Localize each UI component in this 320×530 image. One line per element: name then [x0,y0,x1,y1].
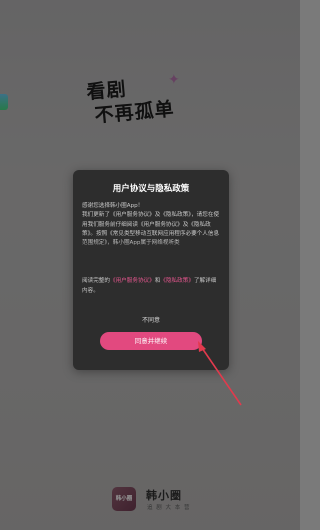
scroll-fade [73,240,229,258]
agree-and-continue-button[interactable]: 同意并继续 [100,332,202,350]
privacy-dialog: 用户协议与隐私政策 感谢您选择韩小圈App！ 我们更新了《用户服务协议》及《隐私… [73,170,229,370]
user-agreement-link[interactable]: 《用户服务协议》 [110,278,155,284]
privacy-policy-link[interactable]: 《隐私政策》 [160,278,194,284]
disagree-button[interactable]: 不同意 [73,315,229,324]
dialog-title: 用户协议与隐私政策 [112,184,190,194]
dialog-footer-text: 阅读完整的《用户服务协议》和《隐私政策》了解详细内容。 [82,276,220,296]
dialog-body-greeting: 感谢您选择韩小圈App！ [82,203,144,209]
footer-prefix: 阅读完整的 [82,278,110,284]
